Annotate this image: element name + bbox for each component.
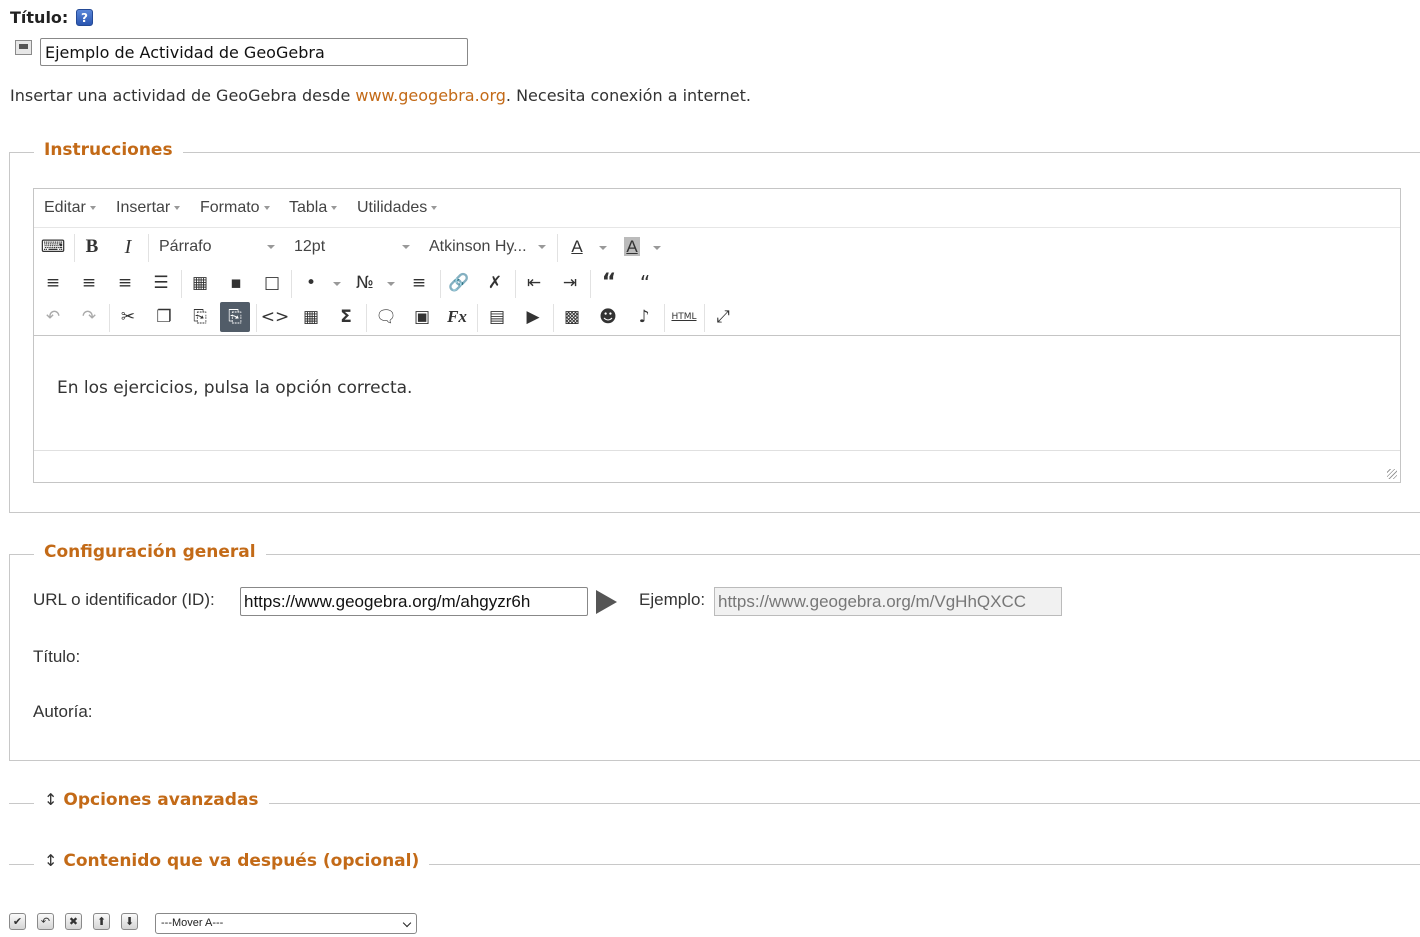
toolbar-row-3: ↶ ↷ ✂ ❐ ⎘ ⎘ <> ▦ Σ 🗨 ▣ Fx ▤ ▶ ▩ ☻ ♪ HTML… (34, 300, 1400, 334)
advanced-options-toggle[interactable]: ↕ Opciones avanzadas (34, 790, 269, 810)
format-painter-icon[interactable]: □ (257, 268, 287, 298)
delete-icon[interactable]: ✖ (65, 913, 82, 930)
redo-icon[interactable]: ↷ (74, 302, 104, 332)
window-icon[interactable]: ▣ (407, 302, 437, 332)
move-to-value: ---Mover A--- (161, 917, 224, 929)
numbered-list-icon[interactable]: № (350, 268, 380, 298)
paste-text-icon[interactable]: ⎘ (220, 302, 250, 332)
expand-arrow-icon: ↕ (44, 790, 58, 809)
music-note-icon[interactable]: ♪ (629, 302, 659, 332)
comment-icon[interactable]: 🗨 (371, 302, 401, 332)
quote-icon[interactable]: “ (630, 268, 660, 298)
copy-icon[interactable]: ❐ (149, 302, 179, 332)
title-label: Título: (10, 8, 69, 27)
italic-button[interactable]: I (113, 232, 143, 262)
formula-icon[interactable]: Fx (442, 302, 472, 332)
geogebra-link[interactable]: www.geogebra.org (355, 86, 506, 105)
font-size-dropdown[interactable]: 12pt (294, 232, 410, 262)
config-fieldset (9, 554, 1420, 761)
language-icon[interactable] (15, 40, 32, 55)
activity-title-label: Título: (33, 647, 81, 666)
move-down-icon[interactable]: ⬇ (121, 913, 138, 930)
cut-icon[interactable]: ✂ (113, 302, 143, 332)
line-spacing-icon[interactable]: ≡ (404, 268, 434, 298)
font-size-value: 12pt (294, 238, 326, 255)
menu-label: Insertar (116, 199, 171, 216)
menu-tabla[interactable]: Tabla (289, 199, 338, 217)
image-wrap-icon[interactable]: ▪ (221, 268, 251, 298)
menu-formato[interactable]: Formato (200, 199, 270, 217)
source-code-icon[interactable]: ▦ (296, 302, 326, 332)
code-icon[interactable]: <> (260, 302, 290, 332)
text-color-icon[interactable]: A (562, 232, 592, 262)
menu-utilidades[interactable]: Utilidades (357, 199, 438, 217)
tree-icon[interactable]: ▩ (557, 302, 587, 332)
after-content-toggle[interactable]: ↕ Contenido que va después (opcional) (34, 851, 430, 871)
title-input[interactable] (40, 38, 468, 66)
intro-text-end: . Necesita conexión a internet. (505, 86, 751, 105)
unlink-icon[interactable]: ✗ (480, 268, 510, 298)
keyboard-icon[interactable]: ⌨ (38, 232, 68, 262)
author-label: Autoría: (33, 702, 93, 721)
link-icon[interactable]: 🔗 (444, 268, 474, 298)
align-center-icon[interactable]: ≡ (74, 268, 104, 298)
move-to-select[interactable]: ---Mover A--- (155, 913, 417, 934)
bold-button[interactable]: B (77, 232, 107, 262)
align-justify-icon[interactable]: ☰ (146, 268, 176, 298)
speech-icon[interactable]: ☻ (593, 302, 623, 332)
expand-arrow-icon: ↕ (44, 851, 58, 870)
editor-menubar: Editar Insertar Formato Tabla Utilidades (34, 189, 1400, 228)
menu-label: Formato (200, 199, 260, 216)
rich-text-editor: Editar Insertar Formato Tabla Utilidades… (33, 188, 1401, 483)
undo-edit-icon[interactable]: ↶ (37, 913, 54, 930)
help-icon[interactable]: ? (76, 9, 93, 26)
block-format-value: Párrafo (159, 238, 212, 255)
after-legend: Contenido que va después (opcional) (63, 851, 420, 871)
url-label: URL o identificador (ID): (33, 590, 215, 609)
media-icon[interactable]: ▶ (518, 302, 548, 332)
paste-icon[interactable]: ⎘ (185, 302, 215, 332)
align-left-icon[interactable]: ≡ (38, 268, 68, 298)
resize-handle[interactable] (1387, 469, 1397, 479)
toolbar-row-1: ⌨ B I Párrafo 12pt Atkinson Hy... A A (34, 230, 1400, 264)
example-label: Ejemplo: (639, 590, 706, 609)
undo-icon[interactable]: ↶ (38, 302, 68, 332)
image-icon[interactable]: ▤ (482, 302, 512, 332)
accept-icon[interactable]: ✔ (9, 913, 26, 930)
math-icon[interactable]: Σ (331, 302, 361, 332)
fullscreen-icon[interactable]: ⤢ (708, 302, 738, 332)
intro-text-start: Insertar una actividad de GeoGebra desde (10, 86, 356, 105)
menu-insertar[interactable]: Insertar (116, 199, 181, 217)
instructions-legend: Instrucciones (34, 140, 183, 160)
table-icon[interactable]: ▦ (185, 268, 215, 298)
editor-content-area[interactable]: En los ejercicios, pulsa la opción corre… (34, 335, 1400, 451)
menu-label: Editar (44, 199, 86, 216)
indent-icon[interactable]: ⇥ (555, 268, 585, 298)
menu-label: Tabla (289, 199, 328, 216)
font-family-value: Atkinson Hy... (429, 238, 527, 255)
bullet-list-icon[interactable]: • (296, 268, 326, 298)
move-up-icon[interactable]: ⬆ (93, 913, 110, 930)
config-legend: Configuración general (34, 542, 266, 562)
block-format-dropdown[interactable]: Párrafo (159, 232, 275, 262)
editor-content-text: En los ejercicios, pulsa la opción corre… (57, 378, 413, 398)
intro-text: Insertar una actividad de GeoGebra desde… (10, 86, 751, 105)
background-color-icon[interactable]: A (617, 232, 647, 262)
play-icon[interactable] (596, 590, 617, 614)
advanced-legend: Opciones avanzadas (63, 790, 259, 810)
align-right-icon[interactable]: ≡ (110, 268, 140, 298)
html-icon[interactable]: HTML (669, 302, 699, 332)
font-family-dropdown[interactable]: Atkinson Hy... (429, 232, 546, 262)
blockquote-icon[interactable]: “ (594, 268, 624, 298)
example-field (714, 587, 1062, 616)
toolbar-row-2: ≡ ≡ ≡ ☰ ▦ ▪ □ • № ≡ 🔗 ✗ ⇤ ⇥ “ “ (34, 266, 1400, 300)
url-input[interactable] (240, 587, 588, 616)
outdent-icon[interactable]: ⇤ (519, 268, 549, 298)
menu-editar[interactable]: Editar (44, 199, 96, 217)
menu-label: Utilidades (357, 199, 428, 216)
